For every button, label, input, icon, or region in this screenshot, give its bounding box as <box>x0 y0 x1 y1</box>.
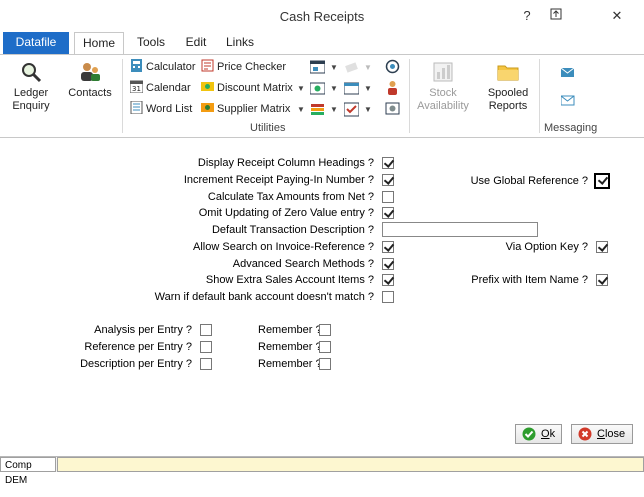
price-checker-icon <box>201 59 214 72</box>
form-icon[interactable] <box>344 81 359 96</box>
discount-matrix-button[interactable]: Discount Matrix <box>201 80 293 96</box>
ribbon: Ledger Enquiry Contacts Calculator 31 Cal… <box>0 54 644 138</box>
analysis-per-entry-checkbox[interactable] <box>200 324 212 336</box>
messaging-group-label: Messaging <box>544 122 598 134</box>
prefix-item-name-checkbox[interactable] <box>596 274 608 286</box>
utilities-group-label: Utilities <box>250 122 286 134</box>
tab-tools[interactable]: Tools <box>130 32 172 54</box>
option-label: Reference per Entry ? <box>84 341 192 353</box>
supplier-matrix-icon <box>201 103 214 112</box>
window-icon[interactable] <box>310 60 325 75</box>
option-label: Allow Search on Invoice-Reference ? <box>193 241 374 253</box>
form-dropdown[interactable]: ▼ <box>364 84 372 93</box>
calculator-button[interactable]: Calculator <box>130 59 196 75</box>
email-send-icon[interactable] <box>561 65 576 80</box>
window-dropdown[interactable]: ▼ <box>330 63 338 72</box>
ok-check-icon <box>522 427 536 441</box>
remember-label: Remember ? <box>258 358 322 370</box>
option-label: Description per Entry ? <box>80 358 192 370</box>
money-icon[interactable] <box>310 81 325 96</box>
warn-bank-account-checkbox[interactable] <box>382 291 394 303</box>
display-column-headings-checkbox[interactable] <box>382 157 394 169</box>
eraser-icon[interactable] <box>344 60 359 75</box>
option-label: Display Receipt Column Headings ? <box>197 157 374 169</box>
price-checker-button[interactable]: Price Checker <box>201 59 286 75</box>
money-dropdown[interactable]: ▼ <box>330 84 338 93</box>
option-label: Default Transaction Description ? <box>211 224 374 236</box>
via-option-key-checkbox[interactable] <box>596 241 608 253</box>
ribbon-tabs: Datafile Home Tools Edit Links <box>0 32 644 55</box>
word-list-button[interactable]: Word List <box>130 101 192 117</box>
stock-chart-icon <box>433 62 453 82</box>
checklist-dropdown[interactable]: ▼ <box>364 105 372 114</box>
remember-label: Remember ? <box>258 324 322 336</box>
stock-availability-button[interactable]: Stock Availability <box>414 61 472 113</box>
tab-datafile[interactable]: Datafile <box>3 32 69 54</box>
reference-per-entry-checkbox[interactable] <box>200 341 212 353</box>
calculator-icon <box>131 59 142 72</box>
tab-edit[interactable]: Edit <box>178 32 214 54</box>
discount-matrix-icon <box>201 82 214 91</box>
description-per-entry-checkbox[interactable] <box>200 358 212 370</box>
folder-icon <box>497 65 519 81</box>
checklist-icon[interactable] <box>344 102 359 117</box>
magnifier-icon <box>22 63 42 83</box>
discount-matrix-dropdown[interactable]: ▼ <box>297 84 305 93</box>
option-label: Prefix with Item Name ? <box>471 274 588 286</box>
supplier-matrix-dropdown[interactable]: ▼ <box>297 105 305 114</box>
option-label: Advanced Search Methods ? <box>232 258 374 270</box>
close-window-button[interactable]: ✕ <box>607 7 627 25</box>
status-bar: Comp DEM <box>0 456 644 486</box>
company-status: Comp DEM <box>0 457 56 486</box>
ribbon-separator <box>539 59 540 133</box>
link-icon[interactable] <box>385 59 400 74</box>
stack-icon[interactable] <box>310 102 325 117</box>
use-global-reference-checkbox[interactable] <box>594 173 610 189</box>
option-label: Warn if default bank account doesn't mat… <box>154 291 374 303</box>
contacts-button[interactable]: Contacts <box>66 61 114 100</box>
remember-description-checkbox[interactable] <box>319 358 331 370</box>
omit-zero-value-checkbox[interactable] <box>382 207 394 219</box>
ok-button[interactable]: Ok <box>515 424 562 444</box>
advanced-search-checkbox[interactable] <box>382 258 394 270</box>
restore-icon[interactable] <box>546 7 566 25</box>
remember-label: Remember ? <box>258 341 322 353</box>
user-icon[interactable] <box>385 80 400 95</box>
spooled-reports-button[interactable]: Spooled Reports <box>482 61 534 113</box>
remember-reference-checkbox[interactable] <box>319 341 331 353</box>
title-bar: Cash Receipts ? ✕ <box>0 0 644 32</box>
contacts-icon <box>81 63 100 81</box>
calculate-tax-checkbox[interactable] <box>382 191 394 203</box>
option-label: Use Global Reference ? <box>470 175 588 187</box>
remember-analysis-checkbox[interactable] <box>319 324 331 336</box>
supplier-matrix-button[interactable]: Supplier Matrix <box>201 101 290 117</box>
ribbon-separator <box>122 59 123 133</box>
extra-sales-items-checkbox[interactable] <box>382 274 394 286</box>
tab-home[interactable]: Home <box>74 32 124 55</box>
ledger-enquiry-button[interactable]: Ledger Enquiry <box>8 61 54 113</box>
option-label: Show Extra Sales Account Items ? <box>205 274 374 286</box>
default-description-input[interactable] <box>382 222 538 237</box>
tab-links[interactable]: Links <box>220 32 260 54</box>
svg-text:31: 31 <box>132 85 141 93</box>
option-label: Via Option Key ? <box>505 241 588 253</box>
help-button[interactable]: ? <box>517 7 537 25</box>
increment-paying-in-checkbox[interactable] <box>382 174 394 186</box>
ribbon-separator <box>409 59 410 133</box>
option-label: Increment Receipt Paying-In Number ? <box>183 174 374 186</box>
settings-icon[interactable] <box>385 101 400 116</box>
stack-dropdown[interactable]: ▼ <box>330 105 338 114</box>
eraser-dropdown[interactable]: ▼ <box>364 63 372 72</box>
option-label: Calculate Tax Amounts from Net ? <box>207 191 374 203</box>
status-message <box>57 457 644 472</box>
word-list-icon <box>130 101 143 114</box>
email-icon[interactable] <box>561 93 576 108</box>
close-button[interactable]: Close <box>571 424 633 444</box>
calendar-button[interactable]: 31 Calendar <box>130 80 191 96</box>
option-label: Analysis per Entry ? <box>94 324 192 336</box>
calendar-icon: 31 <box>130 80 143 93</box>
option-label: Omit Updating of Zero Value entry ? <box>198 207 374 219</box>
close-x-icon <box>578 427 592 441</box>
invoice-reference-search-checkbox[interactable] <box>382 241 394 253</box>
